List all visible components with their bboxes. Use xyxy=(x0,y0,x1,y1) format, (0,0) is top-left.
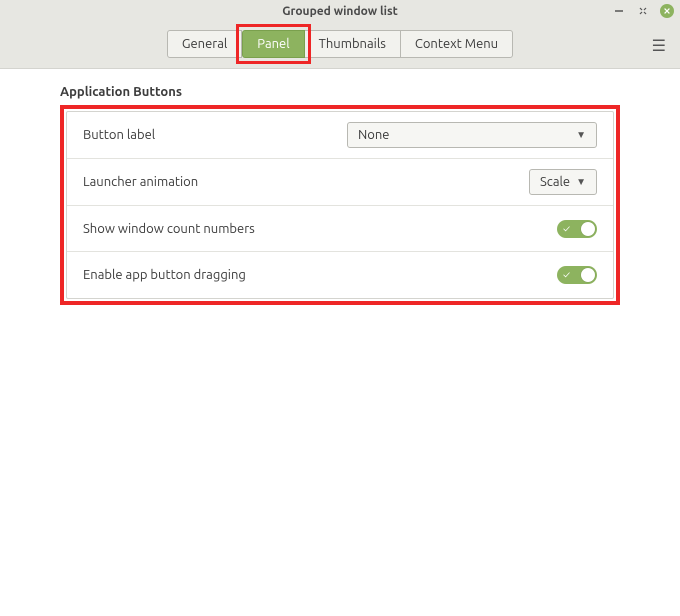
button-label-select[interactable]: None ▼ xyxy=(347,122,597,148)
launcher-animation-select[interactable]: Scale ▼ xyxy=(529,169,597,195)
settings-card: Button label None ▼ Launcher animation S… xyxy=(66,111,614,299)
row-show-count: Show window count numbers ✓ xyxy=(67,206,613,252)
select-value: None xyxy=(358,128,390,142)
row-label: Enable app button dragging xyxy=(83,268,246,282)
window-controls xyxy=(612,0,674,22)
check-icon: ✓ xyxy=(563,270,570,280)
toggle-knob xyxy=(581,222,595,236)
check-icon: ✓ xyxy=(563,224,570,234)
chevron-down-icon: ▼ xyxy=(576,176,586,188)
tabbar: General Panel Thumbnails Context Menu xyxy=(0,30,680,58)
tab-thumbnails[interactable]: Thumbnails xyxy=(304,30,401,58)
tab-label: General xyxy=(182,37,227,51)
tab-label: Panel xyxy=(257,37,289,51)
tab-context-menu[interactable]: Context Menu xyxy=(400,30,513,58)
highlight-box: Button label None ▼ Launcher animation S… xyxy=(60,105,620,305)
row-launcher-animation: Launcher animation Scale ▼ xyxy=(67,159,613,206)
enable-drag-toggle[interactable]: ✓ xyxy=(557,266,597,284)
row-label: Show window count numbers xyxy=(83,222,255,236)
tab-general[interactable]: General xyxy=(167,30,242,58)
select-value: Scale xyxy=(540,175,570,189)
tab-label: Context Menu xyxy=(415,37,498,51)
close-button[interactable] xyxy=(660,4,674,18)
menu-icon[interactable]: ☰ xyxy=(652,36,666,55)
titlebar: Grouped window list xyxy=(0,0,680,22)
minimize-button[interactable] xyxy=(612,4,626,18)
toggle-knob xyxy=(581,268,595,282)
show-count-toggle[interactable]: ✓ xyxy=(557,220,597,238)
row-enable-drag: Enable app button dragging ✓ xyxy=(67,252,613,298)
section-title: Application Buttons xyxy=(60,85,620,99)
window-title: Grouped window list xyxy=(282,5,398,18)
row-button-label: Button label None ▼ xyxy=(67,112,613,159)
maximize-button[interactable] xyxy=(636,4,650,18)
chevron-down-icon: ▼ xyxy=(576,129,586,141)
tabbar-container: General Panel Thumbnails Context Menu ☰ xyxy=(0,22,680,69)
row-label: Button label xyxy=(83,128,155,142)
tab-label: Thumbnails xyxy=(319,37,386,51)
content-area: Application Buttons Button label None ▼ … xyxy=(0,69,680,305)
tab-panel[interactable]: Panel xyxy=(242,30,304,58)
row-label: Launcher animation xyxy=(83,175,198,189)
